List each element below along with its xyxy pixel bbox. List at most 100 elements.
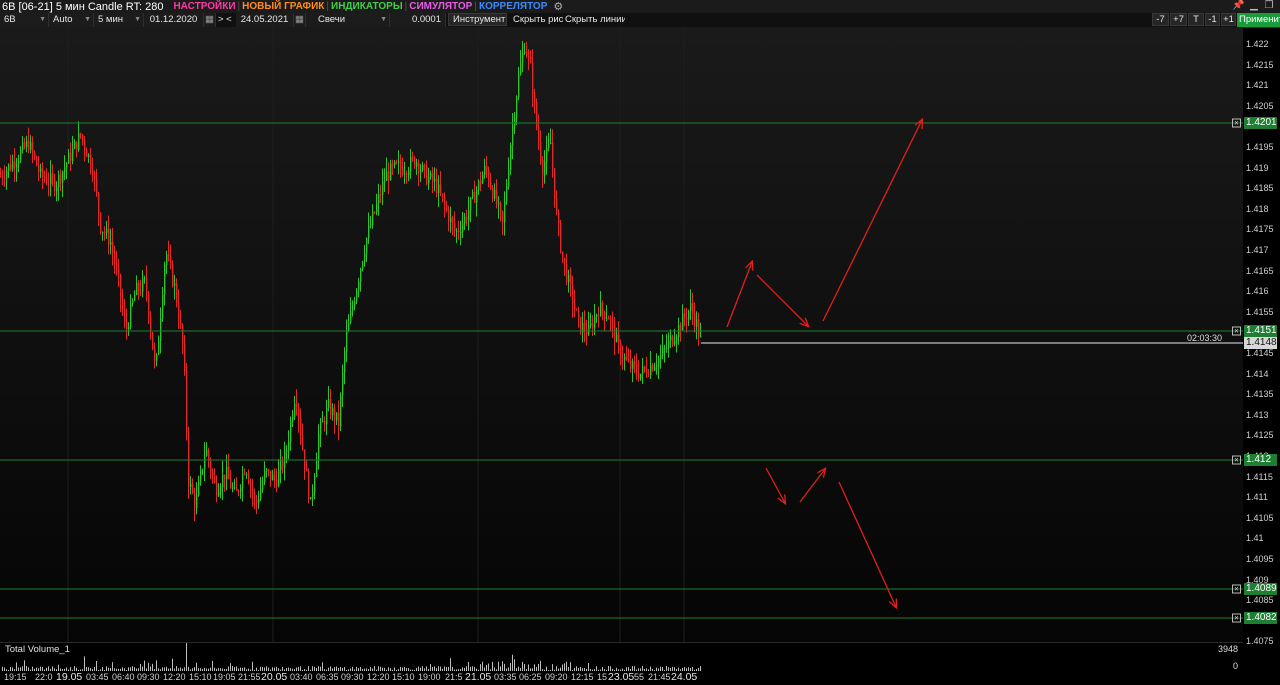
candle-body [312,492,314,498]
candle-body [140,290,142,292]
candle-body [268,469,270,471]
candle-body [580,317,582,333]
candle-body [46,178,48,184]
close-level-icon[interactable]: × [1232,584,1241,594]
candle-body [114,252,116,264]
candle-body [298,406,300,419]
candle-body [138,282,140,291]
candle-body [474,191,476,203]
candle-body [144,278,146,280]
time-tick: 06:25 [519,672,542,682]
gear-icon[interactable]: ⚙ [553,0,563,13]
time-tick: 06:35 [316,672,339,682]
nav-arrows[interactable]: > < [216,13,236,27]
candle-body [480,180,482,184]
candle-body [464,216,466,224]
hide-drawings-button[interactable]: Скрыть рис. [509,13,563,27]
time-tick: 15:10 [189,672,212,682]
date-from-field[interactable]: 01.12.2020 [144,13,204,27]
chart-type-select[interactable]: Свечи ▼ [306,13,390,27]
candle-body [674,341,676,345]
candle-body [254,493,256,499]
candle-body [466,216,468,220]
candle-body [512,126,514,146]
candle-body [236,487,238,491]
time-day-label: 24.05 [671,671,698,683]
candle-body [342,372,344,396]
candle-body [238,490,240,492]
price-tick: 1.418 [1246,203,1269,214]
candle-body [374,211,376,213]
candle-body [352,306,354,312]
menu-indicators[interactable]: ИНДИКАТОРЫ [329,1,405,12]
candle-body [80,133,82,135]
candle-body [392,163,394,166]
candle-body [448,210,450,223]
minus-1-button[interactable]: -1 [1205,13,1220,26]
minus-7-button[interactable]: -7 [1152,13,1169,26]
pin-icon[interactable]: 📌 [1232,0,1244,11]
candle-body [484,165,486,176]
menu-simulator[interactable]: СИМУЛЯТОР [407,1,474,12]
candle-body [90,154,92,169]
date-from-value: 01.12.2020 [149,14,198,25]
candle-body [680,324,682,331]
scale-select[interactable]: Auto ▼ [49,13,94,27]
chevron-down-icon: ▼ [39,16,46,23]
chart-background [0,27,1243,642]
candle-body [292,416,294,422]
candle-body [476,190,478,203]
candle-body [456,230,458,232]
minimize-icon[interactable]: ▁ [1248,0,1260,11]
candle-body [600,302,602,316]
restore-icon[interactable]: ❐ [1263,0,1275,11]
scale-value: Auto [53,14,73,25]
candle-body [552,142,554,169]
menu-settings[interactable]: НАСТРОЙКИ [171,1,237,12]
candle-body [496,189,498,205]
close-level-icon[interactable]: × [1232,613,1241,623]
timeframe-select[interactable]: 5 мин ▼ [94,13,144,27]
time-tick: 09:30 [341,672,364,682]
candle-body [122,298,124,311]
candle-body [78,133,80,150]
candle-body [208,450,210,461]
candle-body [98,192,100,214]
price-chart[interactable] [0,27,1280,685]
candle-body [644,366,646,369]
calendar-icon[interactable]: ▦ [204,13,216,27]
candle-body [618,334,620,344]
menu-new-chart[interactable]: НОВЫЙ ГРАФИК [240,1,326,12]
candle-body [48,183,50,185]
close-level-icon[interactable]: × [1232,455,1241,465]
candle-body [616,334,618,343]
candle-body [172,263,174,286]
candle-body [310,497,312,500]
hide-lines-button[interactable]: Скрыть линии [561,13,625,27]
close-level-icon[interactable]: × [1232,326,1241,336]
apply-button[interactable]: Применить [1237,13,1280,27]
time-tick: 12:15 [571,672,594,682]
chart-toolbar: 6B ▼ Auto ▼ 5 мин ▼ 01.12.2020 ▦ > < 24.05.… [0,13,1280,28]
plus-1-button[interactable]: +1 [1221,13,1236,26]
step-value: 0.0001 [411,14,441,25]
candle-body [156,354,158,361]
close-level-icon[interactable]: × [1232,118,1241,128]
candle-body [240,488,242,492]
candle-body [660,355,662,359]
today-button[interactable]: T [1188,13,1204,26]
candle-body [26,140,28,148]
calendar-icon[interactable]: ▦ [294,13,306,27]
date-to-field[interactable]: 24.05.2021 [236,13,294,27]
candle-body [400,161,402,169]
candle-body [670,336,672,341]
candle-body [210,460,212,472]
step-field[interactable]: 0.0001 [390,13,446,27]
candle-body [258,499,260,503]
candle-body [348,322,350,332]
plus-7-button[interactable]: +7 [1170,13,1187,26]
candle-body [394,161,396,166]
menu-correlator[interactable]: КОРРЕЛЯТОР [477,1,549,12]
symbol-select[interactable]: 6B ▼ [0,13,49,27]
tools-button[interactable]: Инструменты [448,13,507,26]
